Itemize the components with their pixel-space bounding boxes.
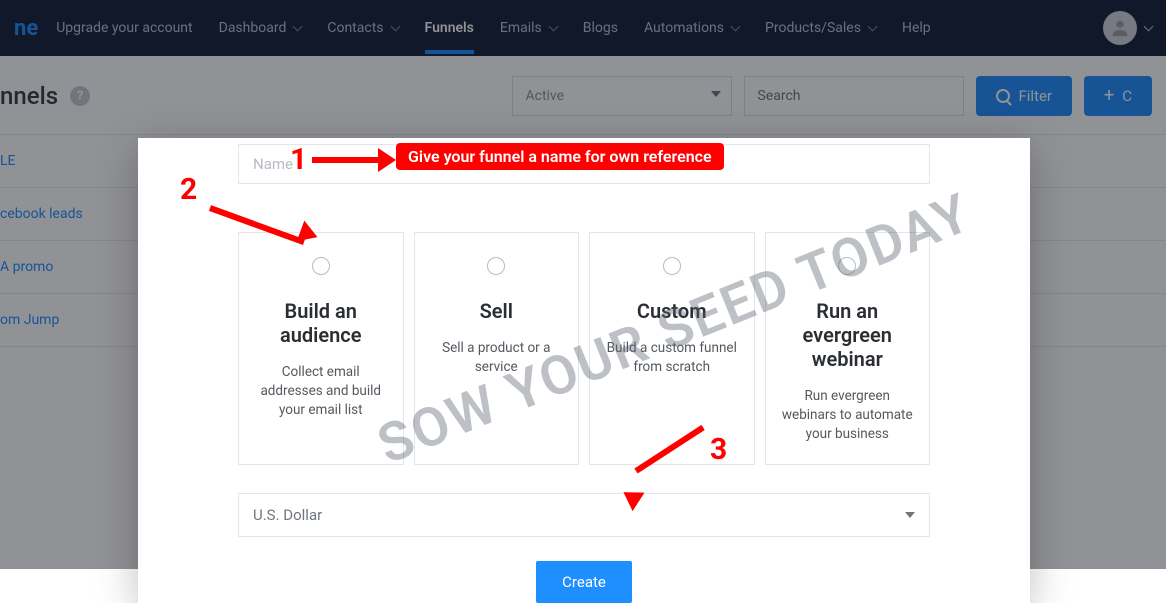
create-funnel-modal: Name Build an audience Collect email add… — [138, 138, 1030, 603]
currency-dropdown[interactable]: U.S. Dollar — [238, 493, 930, 537]
option-title: Run an evergreen webinar — [778, 299, 918, 371]
option-build-audience[interactable]: Build an audience Collect email addresse… — [238, 232, 404, 465]
chevron-down-icon — [905, 512, 915, 518]
option-title: Custom — [602, 299, 742, 323]
radio-icon[interactable] — [838, 257, 856, 275]
funnel-name-input[interactable]: Name — [238, 144, 930, 184]
input-placeholder: Name — [253, 155, 293, 173]
radio-icon[interactable] — [312, 257, 330, 275]
option-desc: Build a custom funnel from scratch — [602, 339, 742, 377]
option-sell[interactable]: Sell Sell a product or a service — [414, 232, 580, 465]
option-title: Sell — [427, 299, 567, 323]
option-desc: Collect email addresses and build your e… — [251, 363, 391, 420]
dropdown-value: U.S. Dollar — [253, 506, 322, 524]
option-desc: Sell a product or a service — [427, 339, 567, 377]
option-evergreen-webinar[interactable]: Run an evergreen webinar Run evergreen w… — [765, 232, 931, 465]
create-button[interactable]: Create — [536, 561, 632, 603]
option-desc: Run evergreen webinars to automate your … — [778, 387, 918, 444]
radio-icon[interactable] — [487, 257, 505, 275]
option-custom[interactable]: Custom Build a custom funnel from scratc… — [589, 232, 755, 465]
funnel-type-options: Build an audience Collect email addresse… — [238, 232, 930, 465]
option-title: Build an audience — [251, 299, 391, 347]
radio-icon[interactable] — [663, 257, 681, 275]
